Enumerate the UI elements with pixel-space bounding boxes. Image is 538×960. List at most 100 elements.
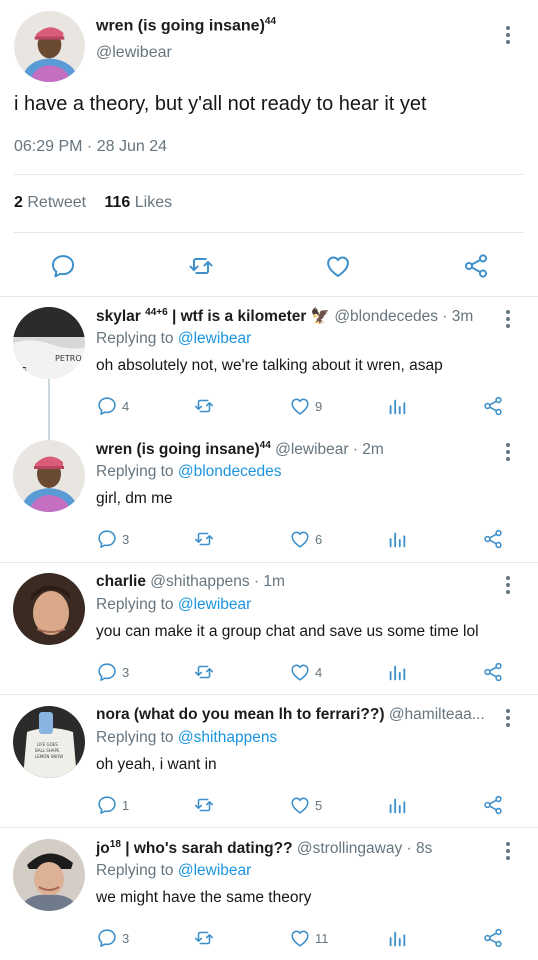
avatar[interactable]: PETRO AS [13, 307, 85, 379]
retweet-stat[interactable]: 2 Retweet [14, 194, 86, 211]
more-options-icon[interactable] [500, 839, 516, 863]
retweet-button[interactable] [193, 526, 215, 552]
stats-icon [386, 927, 408, 949]
like-button[interactable]: 5 [289, 792, 322, 818]
analytics-button[interactable] [386, 659, 408, 685]
reply-author[interactable]: charlie @shithappens · 1m [96, 573, 285, 591]
reply-author[interactable]: nora (what do you mean lh to ferrari??) … [96, 706, 485, 724]
reply-button[interactable]: 3 [96, 526, 129, 552]
reply-text: girl, dm me [96, 490, 173, 507]
reply-icon [96, 927, 118, 949]
reply-button[interactable]: 4 [96, 393, 129, 419]
like-count: 11 [315, 930, 329, 946]
share-button[interactable] [482, 393, 504, 419]
retweet-button[interactable] [193, 393, 215, 419]
mention-link[interactable]: @lewibear [178, 862, 251, 879]
display-name: wren (is going insane) [96, 441, 260, 459]
reply-tweet[interactable]: PETRO AS skylar 44+6 | wtf is a kilomete… [0, 307, 538, 425]
share-button[interactable] [482, 925, 504, 951]
share-button[interactable] [482, 792, 504, 818]
like-count: 9 [315, 398, 323, 414]
reply-button[interactable]: 1 [96, 792, 129, 818]
retweet-button[interactable] [193, 659, 215, 685]
display-name[interactable]: wren (is going insane)44 [96, 16, 276, 35]
like-count: 6 [315, 531, 323, 547]
reply-tweet[interactable]: charlie @shithappens · 1m Replying to @l… [0, 573, 538, 691]
analytics-button[interactable] [386, 526, 408, 552]
more-options-icon[interactable] [500, 706, 516, 730]
reply-action-bar: 1 5 [0, 792, 538, 818]
heart-icon [289, 661, 311, 683]
share-button[interactable] [482, 526, 504, 552]
reply-button[interactable]: 3 [96, 659, 129, 685]
stats-icon [386, 528, 408, 550]
reply-count: 1 [122, 797, 130, 813]
divider [0, 827, 538, 828]
heart-icon [289, 927, 311, 949]
reply-author[interactable]: wren (is going insane)44 @lewibear · 2m [96, 440, 384, 459]
like-button[interactable]: 11 [289, 925, 329, 951]
mention-link[interactable]: @blondecedes [178, 463, 282, 480]
avatar[interactable] [13, 440, 85, 512]
tweet-action-bar [0, 246, 538, 286]
retweet-button[interactable] [193, 792, 215, 818]
svg-text:LEMON SNOW: LEMON SNOW [35, 754, 63, 759]
avatar[interactable] [14, 11, 85, 82]
user-handle[interactable]: @lewibear [96, 44, 172, 62]
share-icon [482, 927, 504, 949]
reply-tweet[interactable]: LIFE GOES BALL SHAPE LEMON SNOW nora (wh… [0, 706, 538, 824]
tweet-timestamp: 06:29 PM · 28 Jun 24 [14, 138, 167, 155]
mention-link[interactable]: @lewibear [178, 330, 251, 347]
heart-icon[interactable] [318, 246, 358, 286]
more-options-icon[interactable] [500, 573, 516, 597]
mention-link[interactable]: @lewibear [178, 596, 251, 613]
reply-author[interactable]: jo18 | who's sarah dating?? @strollingaw… [96, 839, 432, 858]
mention-link[interactable]: @shithappens [178, 729, 277, 746]
share-button[interactable] [482, 659, 504, 685]
name-superscript: 18 [109, 839, 121, 850]
like-button[interactable]: 6 [289, 526, 322, 552]
reply-icon[interactable] [43, 246, 83, 286]
reply-tweet[interactable]: wren (is going insane)44 @lewibear · 2m … [0, 440, 538, 558]
likes-stat[interactable]: 116 Likes [105, 194, 173, 211]
reply-count: 3 [122, 531, 130, 547]
analytics-button[interactable] [386, 792, 408, 818]
tweet-text: i have a theory, but y'all not ready to … [14, 93, 427, 115]
reply-tweet[interactable]: jo18 | who's sarah dating?? @strollingaw… [0, 839, 538, 957]
like-button[interactable]: 4 [289, 659, 322, 685]
divider [0, 562, 538, 563]
heart-icon [289, 528, 311, 550]
like-button[interactable]: 9 [289, 393, 322, 419]
analytics-button[interactable] [386, 925, 408, 951]
retweet-icon [193, 395, 215, 417]
retweet-button[interactable] [193, 925, 215, 951]
reply-author[interactable]: skylar 44+6 | wtf is a kilometer 🦅 @blon… [96, 307, 473, 326]
name-superscript: 44 [259, 440, 271, 451]
avatar[interactable]: LIFE GOES BALL SHAPE LEMON SNOW [13, 706, 85, 778]
more-options-icon[interactable] [500, 23, 516, 47]
divider [14, 174, 524, 175]
handle-and-time: @hamilteaa... [388, 706, 485, 723]
display-name-suffix: | who's sarah dating?? [125, 840, 293, 858]
replying-to: Replying to @shithappens [96, 729, 277, 747]
name-superscript: 44+6 [145, 307, 168, 318]
reply-button[interactable]: 3 [96, 925, 129, 951]
reply-count: 3 [122, 664, 130, 680]
avatar[interactable] [13, 573, 85, 645]
reply-icon [96, 794, 118, 816]
handle-and-time: @shithappens · 1m [150, 573, 285, 590]
divider [0, 296, 538, 297]
analytics-button[interactable] [386, 393, 408, 419]
heart-icon [289, 794, 311, 816]
reply-icon [96, 395, 118, 417]
more-options-icon[interactable] [500, 307, 516, 331]
share-icon[interactable] [456, 246, 496, 286]
svg-text:BALL SHAPE: BALL SHAPE [35, 748, 60, 753]
avatar[interactable] [13, 839, 85, 911]
divider [14, 232, 524, 233]
more-options-icon[interactable] [500, 440, 516, 464]
retweet-icon[interactable] [181, 246, 221, 286]
handle-and-time: @lewibear · 2m [275, 441, 384, 459]
reply-icon [96, 661, 118, 683]
handle-and-time: @strollingaway · 8s [296, 840, 433, 858]
